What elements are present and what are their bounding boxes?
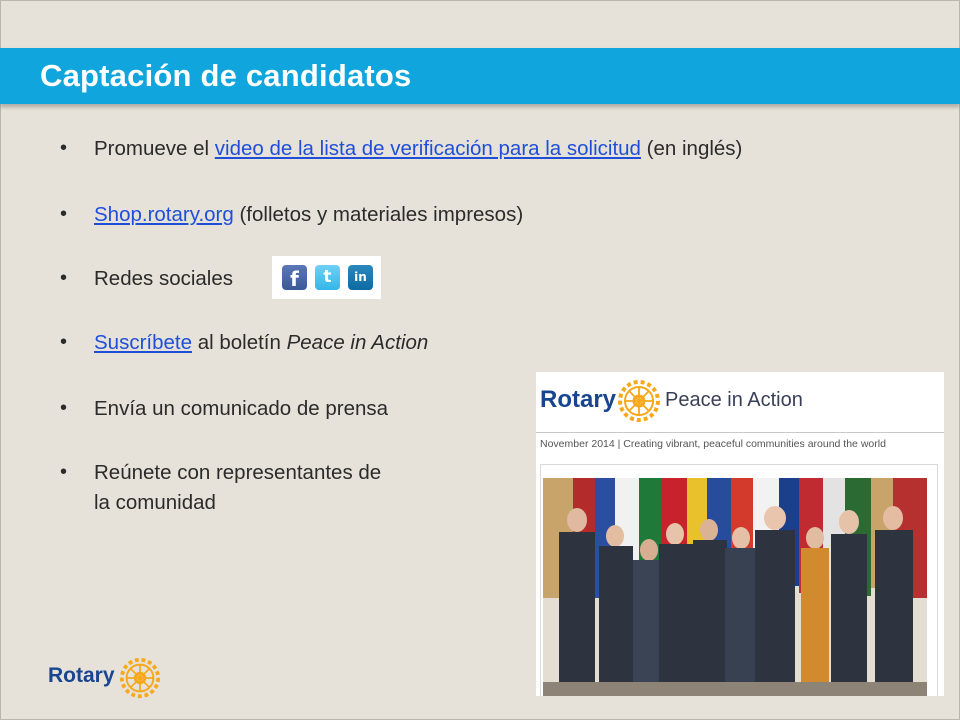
rotary-logo-text: Rotary (540, 386, 617, 413)
bullet-text: (en inglés) (640, 137, 743, 160)
bullet-symbol: • (60, 331, 68, 353)
bullet-text: Reúnete con representantes de (94, 461, 382, 484)
footer-rotary-logo: Rotary (48, 664, 115, 687)
rotary-wheel-icon (618, 380, 660, 422)
slide-title: Captación de candidatos (40, 58, 412, 93)
newsletter-date-line: November 2014 | Creating vibrant, peacef… (540, 438, 886, 450)
bullet-symbol: • (60, 203, 68, 225)
bullet-symbol: • (60, 137, 68, 159)
divider (536, 432, 944, 433)
footer-rotary-wheel-icon (119, 657, 161, 699)
bullet-symbol: • (60, 397, 68, 419)
bullet-symbol: • (60, 267, 68, 289)
newsletter-name: Peace in Action (286, 331, 429, 354)
facebook-icon[interactable]: f (282, 265, 307, 291)
social-icons: f t in (272, 256, 381, 299)
twitter-icon[interactable]: t (315, 265, 340, 290)
subscribe-link[interactable]: Suscríbete (94, 331, 192, 354)
bullet-text: al boletín (192, 331, 287, 354)
video-checklist-link[interactable]: video de la lista de verificación para l… (215, 137, 641, 160)
shop-rotary-link[interactable]: Shop.rotary.org (94, 203, 234, 226)
linkedin-icon[interactable]: in (348, 265, 373, 290)
newsletter-title: Peace in Action (665, 389, 803, 411)
bullet-text: la comunidad (94, 491, 216, 514)
bullet-text: Redes sociales (94, 267, 234, 290)
bullet-text: Envía un comunicado de prensa (94, 397, 389, 420)
title-bar: Captación de candidatos (0, 48, 960, 104)
newsletter-preview: Rotary Peace in Action November 2014 | C… (536, 372, 944, 696)
bullet-text: Promueve el (94, 137, 215, 160)
bullet-symbol: • (60, 461, 68, 483)
bullet-text: (folletos y materiales impresos) (233, 203, 524, 226)
group-photo (543, 478, 927, 696)
